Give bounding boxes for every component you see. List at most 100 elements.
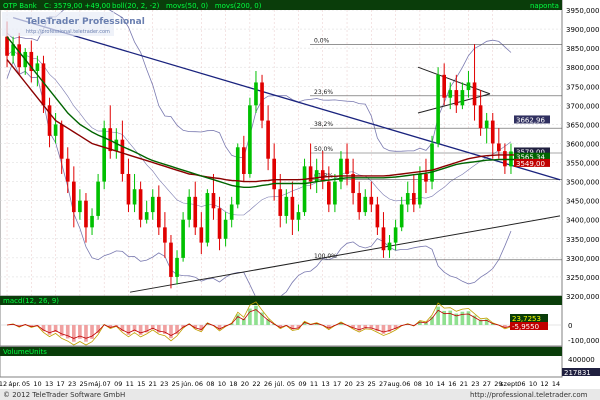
candle-up bbox=[254, 82, 258, 106]
volume-title: VolumeUnits bbox=[3, 348, 47, 356]
candle-down bbox=[126, 173, 131, 205]
candle-down bbox=[242, 147, 246, 174]
candle-up bbox=[248, 105, 252, 174]
candle-up bbox=[229, 204, 234, 220]
x-tick-label: 21 bbox=[149, 380, 157, 388]
candle-up bbox=[235, 147, 240, 205]
candle-up bbox=[436, 74, 440, 144]
watermark-url: http://professional.teletrader.com bbox=[26, 29, 110, 35]
x-tick-label: 23 bbox=[471, 380, 479, 388]
candle-down bbox=[503, 151, 507, 167]
volume-title-bar bbox=[0, 347, 562, 356]
candle-down bbox=[157, 196, 161, 228]
candle-up bbox=[466, 82, 471, 91]
candle-up bbox=[399, 204, 404, 228]
candle-up bbox=[205, 193, 210, 243]
y-tick-label: 3900,000 bbox=[566, 26, 599, 34]
candle-down bbox=[266, 120, 270, 159]
macd-bar bbox=[47, 325, 52, 335]
x-tick-label: 26 bbox=[264, 380, 272, 388]
macd-value-1: 23,7253 bbox=[512, 315, 541, 323]
candle-down bbox=[59, 124, 64, 159]
candle-up bbox=[187, 196, 191, 220]
fibonacci-label: 50,0% bbox=[314, 146, 333, 153]
candle-down bbox=[442, 74, 446, 98]
macd-bar bbox=[84, 325, 88, 342]
candle-down bbox=[72, 181, 76, 213]
x-tick-label: 16 bbox=[448, 380, 456, 388]
candle-up bbox=[181, 219, 185, 258]
candle-up bbox=[150, 196, 155, 213]
x-tick-label: 22 bbox=[252, 380, 260, 388]
x-tick-label: 23 bbox=[160, 380, 168, 388]
candle-down bbox=[84, 200, 88, 228]
x-tick-label: 15 bbox=[137, 380, 145, 388]
footer-url: http://professional.teletrader.com bbox=[470, 391, 588, 399]
macd-bar bbox=[466, 311, 471, 325]
y-tick-label: 3700,000 bbox=[566, 102, 599, 110]
x-tick-label: 05 bbox=[287, 380, 295, 388]
x-tick-label: aug. bbox=[388, 380, 402, 388]
candle-down bbox=[497, 143, 501, 152]
candle-down bbox=[5, 36, 9, 56]
x-tick-label: 23 bbox=[68, 380, 76, 388]
candle-up bbox=[96, 181, 100, 216]
candle-up bbox=[387, 242, 392, 251]
candle-down bbox=[381, 227, 386, 251]
x-tick-label: 25 bbox=[80, 380, 88, 388]
candle-up bbox=[102, 128, 106, 182]
x-tick-label: 14 bbox=[437, 380, 445, 388]
macd-bar bbox=[235, 314, 240, 325]
x-tick-label: máj. bbox=[88, 380, 102, 388]
candle-down bbox=[345, 158, 349, 174]
x-tick-label: 10 bbox=[218, 380, 226, 388]
candle-down bbox=[120, 139, 125, 174]
candle-up bbox=[114, 139, 119, 152]
candle-up bbox=[393, 227, 398, 243]
x-tick-label: 12 bbox=[540, 380, 548, 388]
period-label: napontа bbox=[530, 2, 559, 10]
x-tick-label: 10 bbox=[425, 380, 433, 388]
y-tick-label: 3550,000 bbox=[566, 160, 599, 168]
volume-tick: 400000 bbox=[568, 356, 595, 364]
watermark-title: TeleTrader Professional bbox=[26, 17, 145, 27]
candle-up bbox=[223, 219, 228, 239]
macd-value-2: -5,9550 bbox=[512, 323, 539, 331]
quote-label: C: 3579,00 +49,00 bbox=[44, 2, 111, 10]
x-tick-label: 18 bbox=[229, 380, 237, 388]
x-axis: 12 ápr. 05 10 13 17 23 25 máj. 07 09 11 15 21 23 25 jún.… bbox=[0, 380, 560, 388]
candle-down bbox=[217, 208, 222, 239]
candle-down bbox=[211, 193, 216, 209]
candle-down bbox=[272, 158, 276, 190]
macd-title: macd(12, 26, 9) bbox=[3, 297, 59, 305]
y-tick-label: 3200,000 bbox=[566, 293, 599, 301]
x-tick-label: 17 bbox=[333, 380, 341, 388]
volume-value: 217831 bbox=[564, 369, 591, 377]
candle-down bbox=[375, 204, 380, 228]
instrument-label: OTP Bank bbox=[3, 2, 38, 10]
x-tick-label: 10 bbox=[33, 380, 41, 388]
indicators-label: boll(20, 2, -2) movs(50, 0) movs(200, 0) bbox=[112, 2, 262, 10]
candle-down bbox=[193, 196, 198, 228]
y-tick-label: 3950,000 bbox=[566, 7, 599, 15]
x-tick-label: 05 bbox=[22, 380, 30, 388]
y-tick-label: 3450,000 bbox=[566, 198, 599, 206]
x-tick-label: 09 bbox=[114, 380, 122, 388]
fibonacci-label: 0,0% bbox=[314, 37, 330, 44]
x-tick-label: 27 bbox=[379, 380, 387, 388]
y-tick-label: 3750,000 bbox=[566, 83, 599, 91]
y-tick-label: 3600,000 bbox=[566, 140, 599, 148]
x-tick-label: 12 bbox=[0, 380, 7, 388]
y-tick-label: 3400,000 bbox=[566, 217, 599, 225]
candle-up bbox=[448, 90, 453, 98]
candle-up bbox=[460, 90, 465, 106]
macd-bar bbox=[72, 325, 76, 342]
x-tick-label: 06 bbox=[517, 380, 525, 388]
candle-down bbox=[47, 105, 52, 136]
candle-up bbox=[78, 200, 82, 213]
candle-up bbox=[90, 215, 94, 228]
candle-down bbox=[163, 227, 167, 243]
x-tick-label: 17 bbox=[56, 380, 64, 388]
macd-bar bbox=[448, 310, 453, 325]
candle-down bbox=[169, 242, 173, 277]
